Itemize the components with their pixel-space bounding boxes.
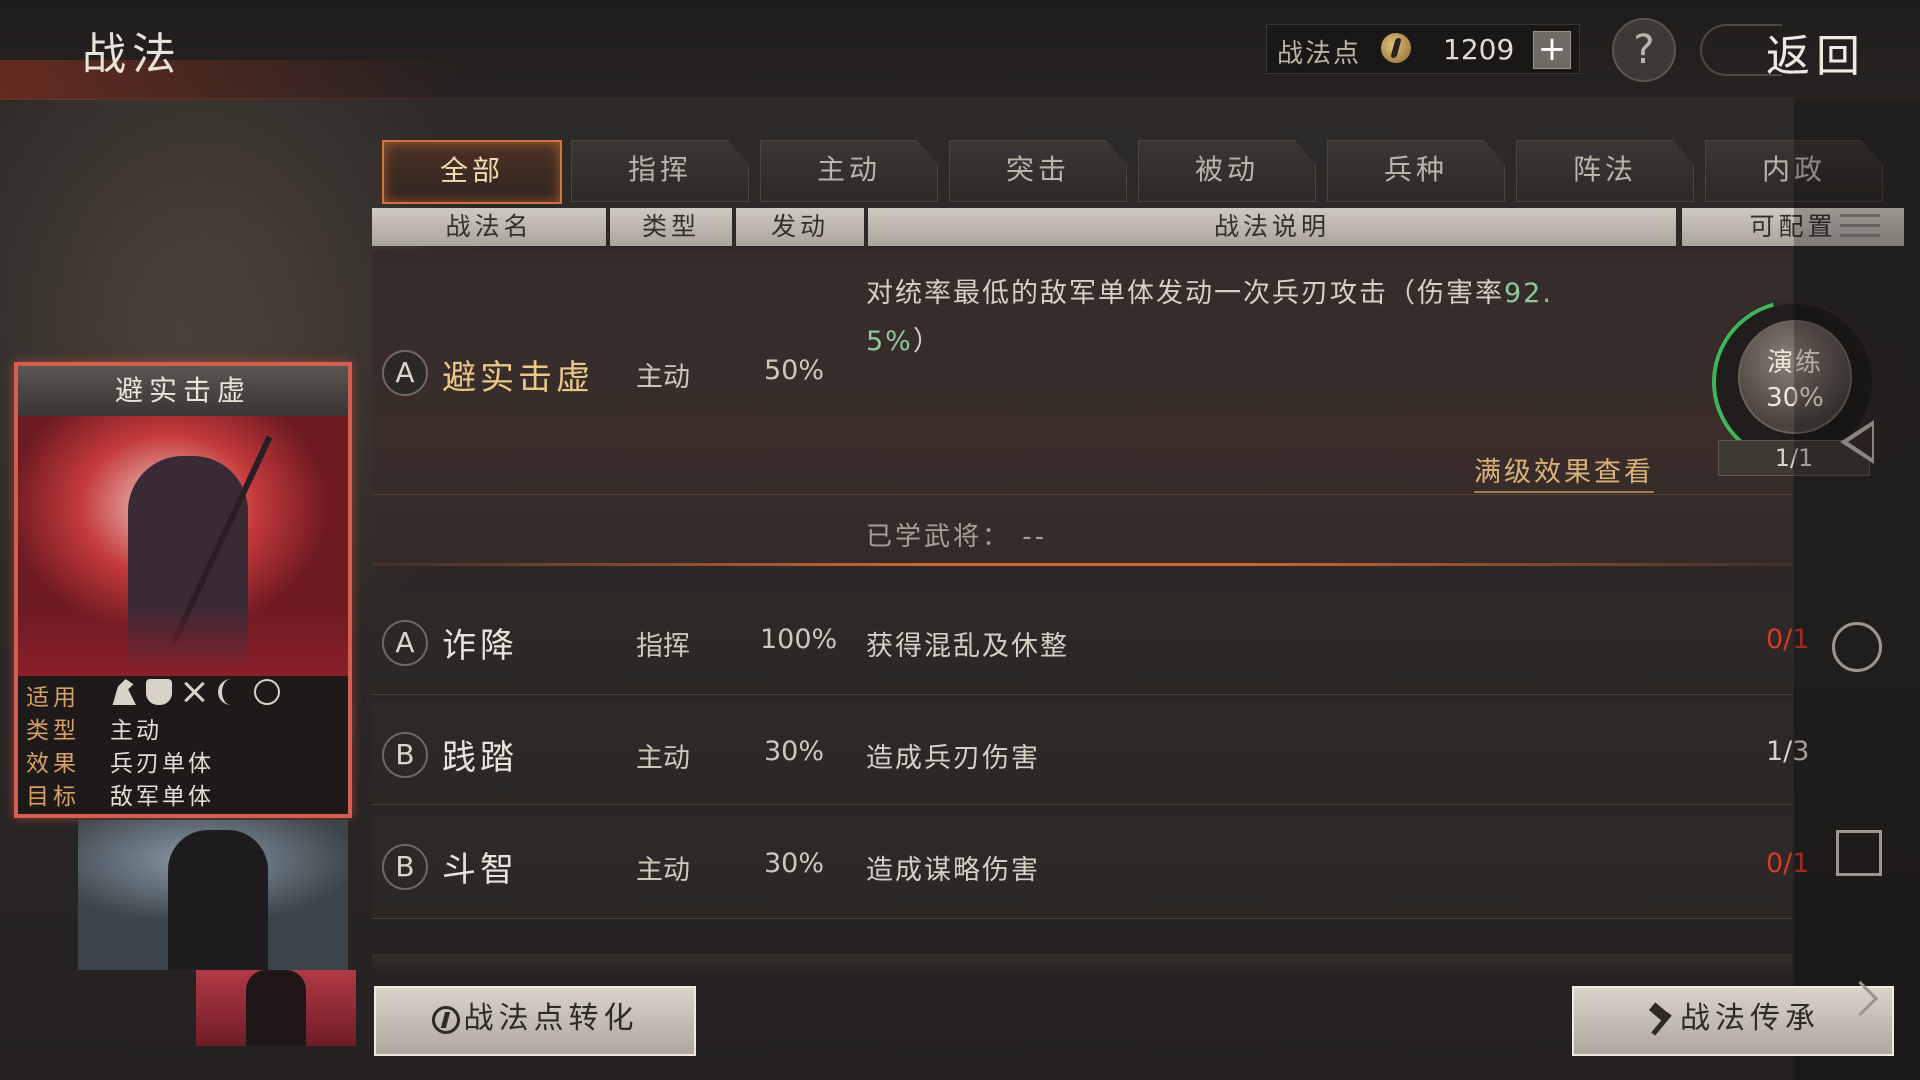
skill-trigger-rate: 100% (760, 624, 838, 655)
grade-badge: A (382, 620, 428, 666)
skill-type: 主动 (636, 362, 690, 393)
skill-card: 避实击虚 适用 类型 主动 效果 兵刃单体 目标 敌军单体 (14, 362, 352, 818)
prop-value: 敌军单体 (110, 784, 214, 810)
description-suffix: ） (912, 326, 942, 357)
skill-name: 诈降 (442, 626, 518, 666)
skill-description: 对统率最低的敌军单体发动一次兵刃攻击（伤害率92. 5%） (866, 270, 1656, 366)
top-bar: 战法 战法点 1209 + ? 返回 (0, 0, 1920, 100)
prop-value: 兵刃单体 (110, 751, 214, 777)
learned-generals: 已学武将： -- (866, 516, 1047, 553)
prop-row-target: 目标 敌军单体 (18, 775, 348, 810)
shield-icon (146, 679, 172, 705)
column-header-trigger[interactable]: 发动 (736, 208, 864, 246)
troop-type-icons (110, 676, 290, 709)
card-artwork (18, 416, 348, 676)
prop-value: 主动 (110, 718, 162, 744)
damage-rate-value-cont: 5% (866, 326, 913, 357)
tactic-point-icon (431, 1005, 460, 1034)
prop-row-effect: 效果 兵刃单体 (18, 742, 348, 777)
back-button[interactable]: 返回 (1700, 14, 1896, 82)
tactic-points-label: 战法点 (1277, 39, 1362, 69)
convert-points-button[interactable]: 战法点转化 (374, 986, 696, 1056)
skill-trigger-rate: 30% (764, 848, 825, 879)
prop-row-type: 类型 主动 (18, 709, 348, 744)
hammer-icon (1646, 1005, 1676, 1035)
skill-name: 践踏 (442, 738, 518, 778)
list-scroll-fade (372, 954, 1792, 974)
tab-assault[interactable]: 突击 (949, 140, 1127, 202)
row-divider (372, 494, 1792, 495)
column-header-description: 战法说明 (868, 208, 1676, 246)
right-edge-shade (1794, 98, 1920, 1080)
skill-type: 主动 (636, 855, 690, 886)
skill-description: 造成兵刃伤害 (866, 743, 1040, 774)
tactic-points-icon (1381, 33, 1411, 63)
cavalry-icon (112, 679, 136, 705)
learned-generals-value: -- (1022, 522, 1048, 552)
skill-type: 主动 (636, 743, 690, 774)
damage-rate-value: 92. (1504, 278, 1553, 309)
card-properties: 适用 类型 主动 效果 兵刃单体 目标 敌军单体 (18, 676, 348, 810)
skill-type: 指挥 (636, 631, 690, 662)
tactic-points-display: 战法点 1209 + (1266, 24, 1580, 74)
skill-trigger-rate: 30% (764, 736, 825, 767)
crossed-spears-icon (182, 679, 208, 705)
crowd (18, 606, 348, 676)
skill-name: 避实击虚 (442, 358, 594, 398)
prop-key: 效果 (26, 751, 80, 777)
tactic-points-value: 1209 (1443, 33, 1515, 66)
table-row[interactable] (372, 592, 1792, 695)
description-text: 对统率最低的敌军单体发动一次兵刃攻击（伤害率 (866, 278, 1504, 309)
skill-description: 获得混乱及休整 (866, 631, 1069, 662)
stacked-card[interactable] (196, 970, 356, 1046)
skill-description: 造成谋略伤害 (866, 855, 1040, 886)
page-title: 战法 (82, 29, 182, 80)
tab-passive[interactable]: 被动 (1138, 140, 1316, 202)
tab-all[interactable]: 全部 (382, 140, 562, 204)
table-row[interactable] (372, 816, 1792, 919)
tab-troop[interactable]: 兵种 (1327, 140, 1505, 202)
prop-row-applicable: 适用 (18, 676, 348, 711)
wheel-icon (254, 679, 280, 705)
title-glow (0, 60, 460, 100)
tab-command[interactable]: 指挥 (571, 140, 749, 202)
table-row[interactable] (372, 702, 1792, 805)
inherit-tactic-label: 战法传承 (1680, 1001, 1820, 1036)
convert-points-label: 战法点转化 (463, 1001, 639, 1036)
grade-badge: A (382, 350, 428, 396)
add-points-button[interactable]: + (1533, 31, 1571, 69)
card-title: 避实击虚 (18, 366, 348, 416)
bow-icon (218, 679, 244, 705)
skill-trigger-rate: 50% (764, 355, 825, 386)
card-figure (246, 970, 306, 1046)
card-figure (168, 830, 268, 970)
selected-row-underline (372, 563, 1792, 566)
prop-key: 适用 (26, 685, 80, 711)
prop-key: 类型 (26, 718, 80, 744)
grade-badge: B (382, 844, 428, 890)
stacked-card[interactable] (78, 820, 348, 970)
back-button-label: 返回 (1766, 31, 1866, 82)
tab-formation[interactable]: 阵法 (1516, 140, 1694, 202)
column-header-type[interactable]: 类型 (610, 208, 732, 246)
prop-key: 目标 (26, 784, 80, 810)
max-level-effect-link[interactable]: 满级效果查看 (1474, 450, 1654, 493)
tab-active[interactable]: 主动 (760, 140, 938, 202)
grade-badge: B (382, 732, 428, 778)
help-button[interactable]: ? (1612, 18, 1676, 82)
learned-generals-label: 已学武将： (866, 522, 1012, 552)
skill-name: 斗智 (442, 850, 518, 890)
column-header-name[interactable]: 战法名 (372, 208, 606, 246)
